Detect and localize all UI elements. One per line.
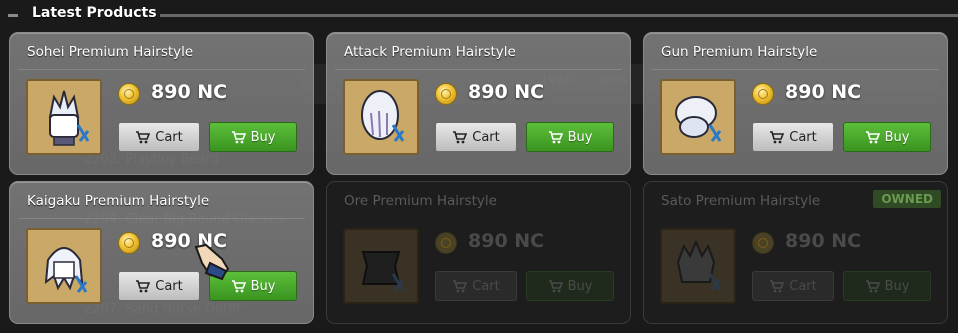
cart-icon <box>548 130 563 143</box>
cart-icon <box>136 130 151 143</box>
hairstyle-icon <box>48 90 90 146</box>
cart-label: Cart <box>155 129 183 145</box>
product-image[interactable] <box>343 228 419 304</box>
nc-coin-icon <box>435 232 457 254</box>
hairstyle-icon <box>44 247 88 293</box>
buy-label: Buy <box>567 129 593 145</box>
hairstyle-icon <box>676 239 722 291</box>
nc-coin-icon <box>118 232 140 254</box>
product-image[interactable] <box>26 79 102 155</box>
product-card[interactable]: Ore Premium Hairstyle 890 NC Cart Buy <box>326 181 631 324</box>
product-card[interactable]: Kaigaku Premium Hairstyle 890 NC Cart Bu… <box>9 181 314 324</box>
section-divider <box>160 14 958 17</box>
cart-icon <box>865 130 880 143</box>
product-title: Attack Premium Hairstyle <box>344 44 516 60</box>
product-title: Sohei Premium Hairstyle <box>27 44 194 60</box>
product-card[interactable]: Gun Premium Hairstyle 890 NC Cart Buy <box>643 32 948 175</box>
nc-coin-icon <box>752 232 774 254</box>
cart-label: Cart <box>155 278 183 294</box>
buy-label: Buy <box>567 278 593 294</box>
owned-badge: OWNED <box>873 190 941 208</box>
section-header: Latest Products <box>0 0 958 30</box>
product-image[interactable] <box>660 228 736 304</box>
cart-icon <box>453 279 468 292</box>
card-divider <box>18 218 305 219</box>
product-title: Kaigaku Premium Hairstyle <box>27 193 210 209</box>
hairstyle-icon <box>361 90 405 142</box>
add-to-cart-button[interactable]: Cart <box>435 122 517 152</box>
card-divider <box>335 69 622 70</box>
buy-button[interactable]: Buy <box>843 122 931 152</box>
product-price: 890 NC <box>468 81 545 103</box>
collapse-icon[interactable] <box>8 14 18 17</box>
cart-icon <box>770 279 785 292</box>
product-image[interactable] <box>660 79 736 155</box>
card-divider <box>652 69 939 70</box>
section-title: Latest Products <box>32 5 157 21</box>
buy-label: Buy <box>250 129 276 145</box>
cart-label: Cart <box>789 278 817 294</box>
cart-icon <box>453 130 468 143</box>
cart-icon <box>548 279 563 292</box>
product-card[interactable]: Sato Premium Hairstyle OWNED 890 NC Cart… <box>643 181 948 324</box>
nc-coin-icon <box>435 83 457 105</box>
cart-label: Cart <box>789 129 817 145</box>
product-price: 890 NC <box>785 81 862 103</box>
cart-icon <box>136 279 151 292</box>
product-price: 890 NC <box>785 230 862 252</box>
nc-coin-icon <box>118 83 140 105</box>
cart-label: Cart <box>472 278 500 294</box>
buy-button[interactable]: Buy <box>209 122 297 152</box>
buy-label: Buy <box>250 278 276 294</box>
hairstyle-icon <box>361 251 405 291</box>
hand-pointer-icon <box>194 243 230 281</box>
product-card[interactable]: Sohei Premium Hairstyle 890 NC Cart Buy <box>9 32 314 175</box>
cart-icon <box>231 279 246 292</box>
card-divider <box>18 69 305 70</box>
cart-icon <box>231 130 246 143</box>
buy-button[interactable]: Buy <box>843 271 931 301</box>
add-to-cart-button[interactable]: Cart <box>118 271 200 301</box>
product-title: Gun Premium Hairstyle <box>661 44 818 60</box>
product-price: 890 NC <box>151 81 228 103</box>
product-price: 890 NC <box>468 230 545 252</box>
buy-label: Buy <box>884 278 910 294</box>
hairstyle-icon <box>675 96 722 142</box>
cart-icon <box>865 279 880 292</box>
buy-button[interactable]: Buy <box>526 271 614 301</box>
add-to-cart-button[interactable]: Cart <box>118 122 200 152</box>
add-to-cart-button[interactable]: Cart <box>752 271 834 301</box>
product-card[interactable]: Attack Premium Hairstyle 890 NC Cart Buy <box>326 32 631 175</box>
add-to-cart-button[interactable]: Cart <box>752 122 834 152</box>
product-image[interactable] <box>343 79 419 155</box>
add-to-cart-button[interactable]: Cart <box>435 271 517 301</box>
cart-icon <box>770 130 785 143</box>
buy-label: Buy <box>884 129 910 145</box>
buy-button[interactable]: Buy <box>526 122 614 152</box>
nc-coin-icon <box>752 83 774 105</box>
product-title: Ore Premium Hairstyle <box>344 193 497 209</box>
product-title: Sato Premium Hairstyle <box>661 193 821 209</box>
product-image[interactable] <box>26 228 102 304</box>
cart-label: Cart <box>472 129 500 145</box>
